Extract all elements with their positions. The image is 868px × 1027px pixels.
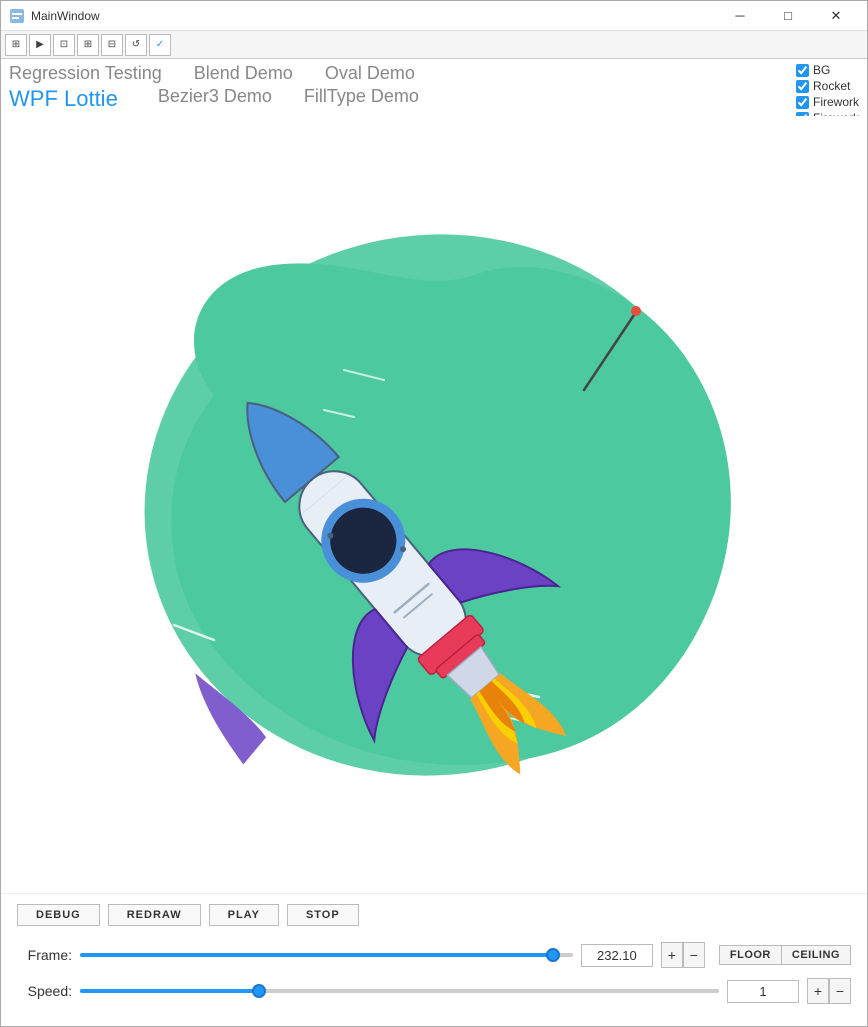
- speed-value-box: 1: [727, 980, 799, 1003]
- speed-value: 1: [759, 984, 766, 999]
- restore-button[interactable]: □: [765, 5, 811, 27]
- minimize-button[interactable]: ─: [717, 5, 763, 27]
- speed-slider-row: Speed: 1 + −: [17, 978, 851, 1004]
- menu-blend-demo[interactable]: Blend Demo: [194, 63, 293, 84]
- frame-minus-button[interactable]: −: [683, 942, 705, 968]
- toolbar-btn-5[interactable]: ↺: [125, 34, 147, 56]
- stop-button[interactable]: STOP: [287, 904, 359, 926]
- button-row: DEBUG REDRAW PLAY STOP: [17, 904, 851, 926]
- animation-area: [1, 116, 867, 893]
- frame-label: Frame:: [17, 947, 72, 963]
- frame-slider-row: Frame: 232.10 + − FLOOR CEILING: [17, 942, 851, 968]
- rocket-svg: [94, 195, 774, 815]
- speed-stepper-group: + −: [807, 978, 851, 1004]
- rocket-scene: [94, 195, 774, 815]
- menu-wpf-lottie[interactable]: WPF Lottie: [9, 86, 118, 112]
- frame-slider-track[interactable]: [80, 953, 573, 957]
- ceiling-button[interactable]: CEILING: [781, 945, 851, 965]
- menu-regression-testing[interactable]: Regression Testing: [9, 63, 162, 84]
- controls-area: DEBUG REDRAW PLAY STOP Frame: 232.10 + −…: [1, 893, 867, 1026]
- checkbox-firework1-label: Firework: [813, 95, 859, 109]
- toolbar-btn-6[interactable]: ✓: [149, 34, 171, 56]
- toolbar: ⊞ ▶ ⊡ ⊞ ⊟ ↺ ✓: [1, 31, 867, 59]
- floor-ceil-group: FLOOR CEILING: [719, 945, 851, 965]
- checkbox-bg-input[interactable]: [796, 64, 809, 77]
- frame-stepper-group: + −: [661, 942, 705, 968]
- menu-filltype-demo[interactable]: FillType Demo: [304, 86, 419, 112]
- toolbar-btn-0[interactable]: ⊞: [5, 34, 27, 56]
- toolbar-btn-2[interactable]: ⊡: [53, 34, 75, 56]
- speed-label: Speed:: [17, 983, 72, 999]
- title-bar: MainWindow ─ □ ✕: [1, 1, 867, 31]
- redraw-button[interactable]: REDRAW: [108, 904, 201, 926]
- window-icon: [9, 8, 25, 24]
- speed-slider-thumb[interactable]: [252, 984, 266, 998]
- menu-row-1: Regression Testing Blend Demo Oval Demo: [9, 63, 859, 84]
- checkbox-rocket-label: Rocket: [813, 79, 850, 93]
- checkbox-firework1-input[interactable]: [796, 96, 809, 109]
- checkbox-bg-label: BG: [813, 63, 830, 77]
- checkbox-rocket: Rocket: [796, 79, 859, 93]
- menu-row-2: WPF Lottie Bezier3 Demo FillType Demo: [9, 86, 859, 112]
- speed-slider-track[interactable]: [80, 989, 719, 993]
- window-controls: ─ □ ✕: [717, 5, 859, 27]
- toolbar-btn-1[interactable]: ▶: [29, 34, 51, 56]
- frame-value: 232.10: [597, 948, 637, 963]
- speed-minus-button[interactable]: −: [829, 978, 851, 1004]
- play-button[interactable]: PLAY: [209, 904, 279, 926]
- frame-plus-button[interactable]: +: [661, 942, 683, 968]
- speed-slider-fill: [80, 989, 259, 993]
- frame-value-box: 232.10: [581, 944, 653, 967]
- menu-oval-demo[interactable]: Oval Demo: [325, 63, 415, 84]
- checkbox-rocket-input[interactable]: [796, 80, 809, 93]
- window-title: MainWindow: [31, 9, 717, 23]
- toolbar-btn-3[interactable]: ⊞: [77, 34, 99, 56]
- debug-button[interactable]: DEBUG: [17, 904, 100, 926]
- frame-slider-thumb[interactable]: [546, 948, 560, 962]
- close-button[interactable]: ✕: [813, 5, 859, 27]
- speed-plus-button[interactable]: +: [807, 978, 829, 1004]
- checkbox-bg: BG: [796, 63, 859, 77]
- menu-bezier3-demo[interactable]: Bezier3 Demo: [158, 86, 272, 112]
- toolbar-btn-4[interactable]: ⊟: [101, 34, 123, 56]
- frame-slider-fill: [80, 953, 553, 957]
- menu-bar: Regression Testing Blend Demo Oval Demo …: [1, 59, 867, 116]
- floor-button[interactable]: FLOOR: [719, 945, 781, 965]
- main-window: MainWindow ─ □ ✕ ⊞ ▶ ⊡ ⊞ ⊟ ↺ ✓ Regressio…: [0, 0, 868, 1027]
- checkbox-firework1: Firework: [796, 95, 859, 109]
